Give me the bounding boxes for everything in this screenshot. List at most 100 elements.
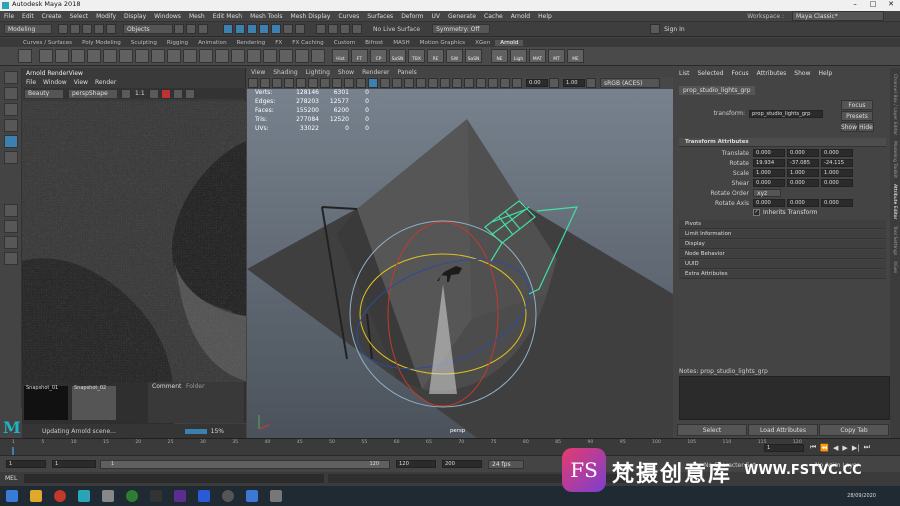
app-taskbar-icon[interactable] — [102, 490, 114, 502]
shelf-button-ligh[interactable]: Ligh — [510, 49, 527, 63]
translate-z[interactable]: 0.000 — [821, 149, 853, 157]
rotate-x[interactable]: 19.934 — [753, 159, 785, 167]
shear-x[interactable]: 0.000 — [753, 179, 785, 187]
section-limit-information[interactable]: Limit Information — [679, 230, 886, 239]
scale-tool-icon[interactable] — [4, 151, 18, 164]
tab-comment[interactable]: Comment — [152, 383, 181, 390]
undo-icon[interactable] — [94, 24, 104, 34]
torus-icon[interactable] — [103, 49, 117, 63]
end-time-field[interactable]: 200 — [442, 460, 482, 468]
camera-attributes-icon[interactable] — [248, 78, 258, 88]
snap-curve-icon[interactable] — [235, 24, 245, 34]
playback-end-field[interactable]: 120 — [396, 460, 436, 468]
input-output-icon[interactable] — [283, 24, 293, 34]
select-button[interactable]: Select — [677, 424, 747, 436]
close-button[interactable]: ✕ — [882, 0, 900, 8]
pipe-icon[interactable] — [199, 49, 213, 63]
user-account-icon[interactable] — [650, 24, 661, 34]
time-slider[interactable]: 1 5 10 15 20 25 30 35 40 45 50 55 60 65 70 75 80 85 90 95 10… — [0, 438, 900, 455]
boolean-icon[interactable] — [311, 49, 325, 63]
shelf-tab-bifrost[interactable]: Bifrost — [360, 40, 388, 46]
wireframe-on-shaded-icon[interactable] — [392, 78, 402, 88]
menu-display[interactable]: Display — [124, 13, 146, 20]
make-live-icon[interactable] — [271, 24, 281, 34]
outliner-layout-icon[interactable] — [4, 252, 18, 265]
menu-surfaces[interactable]: Surfaces — [367, 13, 393, 20]
cylinder-icon[interactable] — [71, 49, 85, 63]
vp-menu-renderer[interactable]: Renderer — [362, 69, 389, 76]
helix-icon[interactable] — [215, 49, 229, 63]
menu-curves[interactable]: Curves — [338, 13, 359, 20]
exposure-field[interactable]: 0.00 — [526, 79, 548, 87]
viewport-canvas[interactable] — [247, 89, 673, 438]
start-time-field[interactable]: 1 — [6, 460, 46, 468]
menu-cache[interactable]: Cache — [484, 13, 503, 20]
shelf-tab-fx[interactable]: FX — [270, 40, 287, 46]
photoshop-icon[interactable] — [198, 490, 210, 502]
save-scene-icon[interactable] — [82, 24, 92, 34]
section-transform-attributes[interactable]: Transform Attributes — [679, 138, 886, 147]
plane-icon[interactable] — [119, 49, 133, 63]
ratio-label[interactable]: 1:1 — [135, 90, 145, 97]
section-node-behavior[interactable]: Node Behavior — [679, 250, 886, 259]
translate-x[interactable]: 0.000 — [753, 149, 785, 157]
snap-point-icon[interactable] — [247, 24, 257, 34]
pyramid-icon[interactable] — [167, 49, 181, 63]
ae-menu-list[interactable]: List — [679, 70, 690, 77]
section-pivots[interactable]: Pivots — [679, 220, 886, 229]
tool-icon[interactable] — [270, 490, 282, 502]
minimize-button[interactable]: – — [846, 0, 864, 8]
ae-menu-show[interactable]: Show — [794, 70, 810, 77]
play-icon[interactable]: ▶ — [842, 444, 847, 452]
open-scene-icon[interactable] — [70, 24, 80, 34]
vp-menu-lighting[interactable]: Lighting — [306, 69, 330, 76]
color-management-icon[interactable] — [586, 78, 596, 88]
anti-aliasing-icon[interactable] — [452, 78, 462, 88]
menu-select[interactable]: Select — [70, 13, 89, 20]
select-object-icon[interactable] — [186, 24, 196, 34]
camera-bookmark-icon[interactable] — [260, 78, 270, 88]
presets-button[interactable]: Presets — [841, 111, 873, 121]
shelf-button-ne[interactable]: NE — [491, 49, 508, 63]
vp-menu-panels[interactable]: Panels — [397, 69, 416, 76]
side-tab-modeling-toolkit[interactable]: Modeling Toolkit — [892, 141, 897, 178]
shelf-button-sasn[interactable]: SaSN — [389, 49, 406, 63]
command-input[interactable] — [24, 474, 324, 483]
section-extra-attributes[interactable]: Extra Attributes — [679, 270, 886, 279]
exposure-icon[interactable] — [512, 78, 522, 88]
section-display[interactable]: Display — [679, 240, 886, 249]
rotate-y[interactable]: -37.085 — [787, 159, 819, 167]
shelf-tab-arnold[interactable]: Arnold — [495, 39, 524, 46]
vp-menu-view[interactable]: View — [251, 69, 265, 76]
script-language-label[interactable]: MEL — [5, 475, 17, 482]
shelf-button-sasn-2[interactable]: SaSN — [465, 49, 482, 63]
go-to-end-icon[interactable]: ⏭ — [864, 443, 870, 452]
range-bar[interactable]: 1 120 — [100, 460, 390, 469]
menu-windows[interactable]: Windows — [154, 13, 181, 20]
go-to-start-icon[interactable]: ⏮ — [810, 443, 816, 452]
view-transform-select[interactable]: sRGB (ACES) — [600, 78, 660, 88]
shelf-tab-xgen[interactable]: XGen — [470, 40, 495, 46]
current-frame-field[interactable]: 1 — [764, 444, 804, 452]
xray-joints-icon[interactable] — [500, 78, 510, 88]
new-scene-icon[interactable] — [58, 24, 68, 34]
premiere-icon[interactable] — [174, 490, 186, 502]
cube-icon[interactable] — [55, 49, 69, 63]
select-tool-icon[interactable] — [4, 71, 18, 84]
shadows-icon[interactable] — [428, 78, 438, 88]
ae-menu-attributes[interactable]: Attributes — [757, 70, 787, 77]
menu-mesh[interactable]: Mesh — [189, 13, 205, 20]
textured-icon[interactable] — [404, 78, 414, 88]
shear-y[interactable]: 0.000 — [787, 179, 819, 187]
gate-mask-icon[interactable] — [320, 78, 330, 88]
film-gate-icon[interactable] — [296, 78, 306, 88]
scale-z[interactable]: 1.000 — [821, 169, 853, 177]
disc-icon[interactable] — [135, 49, 149, 63]
menu-uv[interactable]: UV — [432, 13, 441, 20]
safe-title-icon[interactable] — [356, 78, 366, 88]
wireframe-icon[interactable] — [368, 78, 378, 88]
fps-select[interactable]: 24 fps — [488, 460, 524, 469]
gamma-field[interactable]: 1.00 — [563, 79, 585, 87]
combine-icon[interactable] — [263, 49, 277, 63]
live-surface-label[interactable]: No Live Surface — [373, 26, 420, 33]
